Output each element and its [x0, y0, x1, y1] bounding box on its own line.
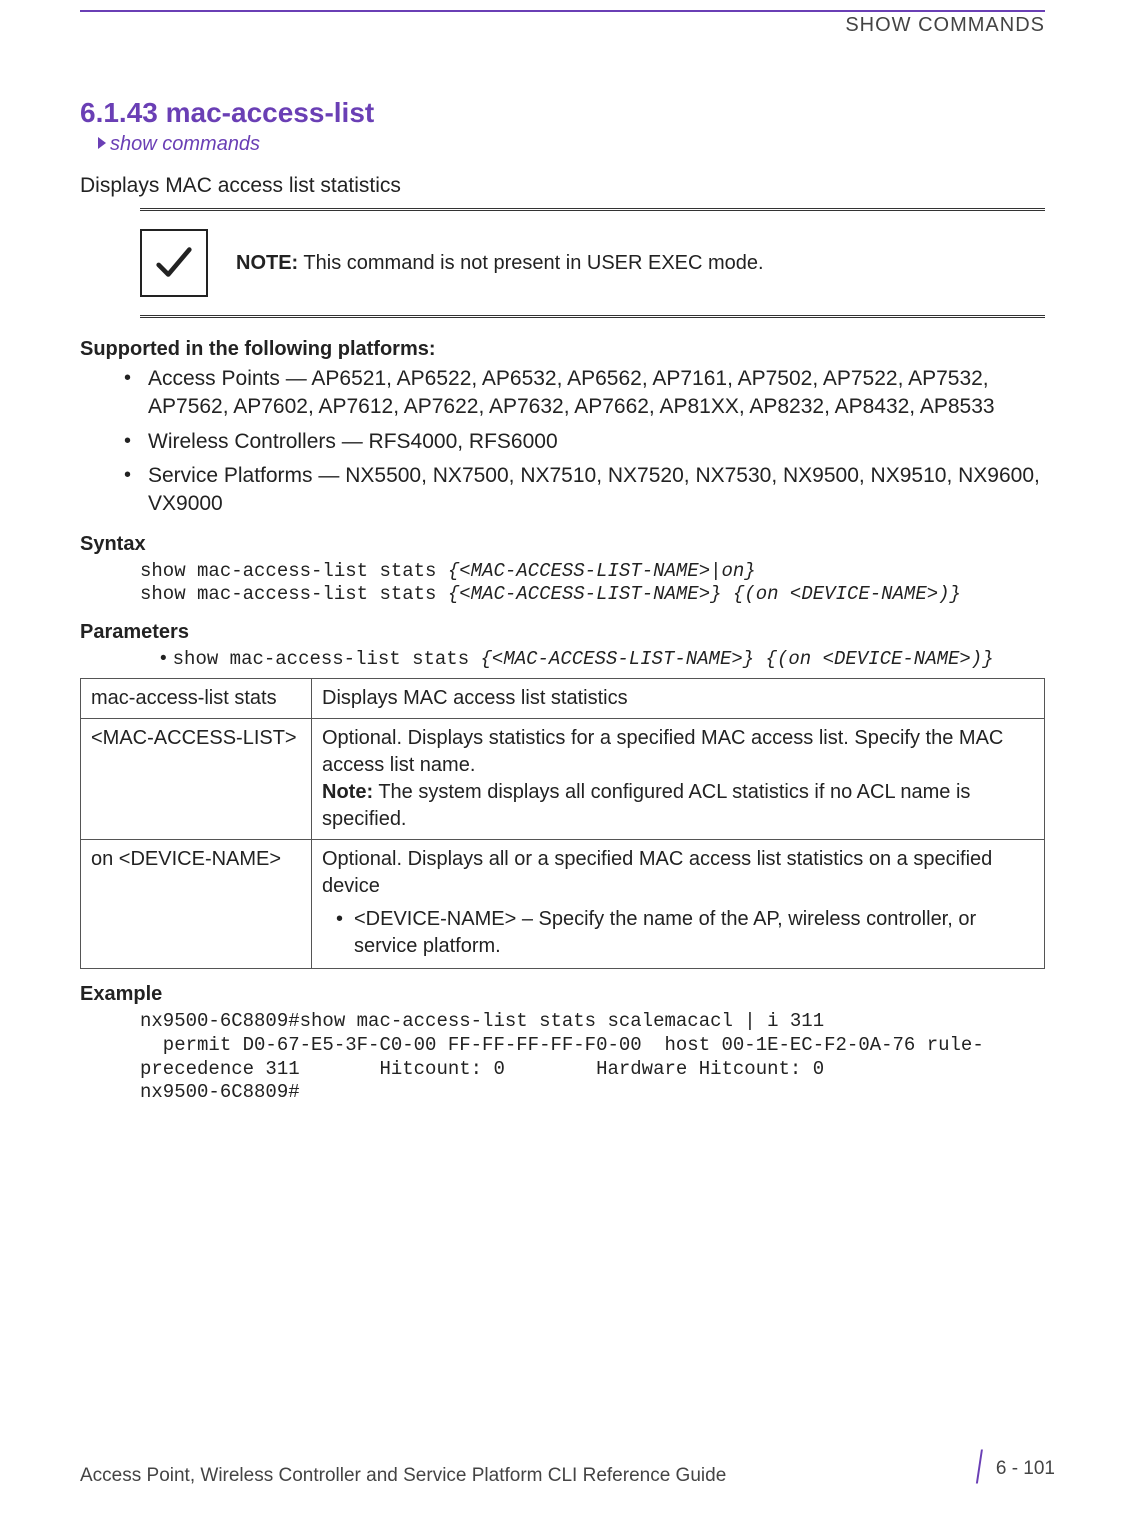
note-body: This command is not present in USER EXEC…: [303, 252, 763, 274]
platform-list: Access Points — AP6521, AP6522, AP6532, …: [80, 365, 1045, 519]
note-label: NOTE:: [236, 252, 298, 274]
parameters-heading: Parameters: [80, 621, 1045, 644]
supported-heading: Supported in the following platforms:: [80, 338, 1045, 361]
check-icon: [140, 229, 208, 297]
breadcrumb[interactable]: show commands: [98, 133, 1045, 156]
syntax-heading: Syntax: [80, 533, 1045, 556]
parameters-command: •show mac-access-list stats {<MAC-ACCESS…: [160, 648, 1045, 670]
section-title: mac-access-list: [166, 97, 375, 128]
section-number: 6.1.43: [80, 97, 158, 128]
parameters-table: mac-access-list stats Displays MAC acces…: [80, 678, 1045, 969]
page: SHOW COMMANDS 6.1.43 mac-access-list sho…: [0, 0, 1125, 1517]
footer: Access Point, Wireless Controller and Se…: [80, 1451, 1055, 1487]
note-text: NOTE: This command is not present in USE…: [236, 252, 764, 275]
intro-text: Displays MAC access list statistics: [80, 174, 1045, 198]
breadcrumb-text: show commands: [110, 133, 260, 155]
param-desc: Displays MAC access list statistics: [312, 679, 1045, 719]
example-heading: Example: [80, 983, 1045, 1006]
param-name: mac-access-list stats: [81, 679, 312, 719]
table-row: mac-access-list stats Displays MAC acces…: [81, 679, 1045, 719]
list-item: Access Points — AP6521, AP6522, AP6532, …: [120, 365, 1045, 422]
footer-guide-title: Access Point, Wireless Controller and Se…: [80, 1465, 726, 1487]
param-desc: Optional. Displays statistics for a spec…: [312, 719, 1045, 840]
list-item: Service Platforms — NX5500, NX7500, NX75…: [120, 462, 1045, 519]
note-block: NOTE: This command is not present in USE…: [140, 208, 1045, 318]
table-row: on <DEVICE-NAME> Optional. Displays all …: [81, 840, 1045, 969]
page-slash-icon: /: [976, 1451, 983, 1483]
param-name: on <DEVICE-NAME>: [81, 840, 312, 969]
page-number-text: 6 - 101: [996, 1458, 1055, 1480]
param-name: <MAC-ACCESS-LIST>: [81, 719, 312, 840]
page-number: / 6 - 101: [973, 1451, 1055, 1487]
example-block: nx9500-6C8809#show mac-access-list stats…: [140, 1010, 1045, 1105]
top-rule: [80, 10, 1045, 12]
list-item: Wireless Controllers — RFS4000, RFS6000: [120, 428, 1045, 456]
syntax-block: show mac-access-list stats {<MAC-ACCESS-…: [140, 560, 1045, 608]
breadcrumb-arrow-icon: [98, 137, 106, 149]
section-heading: 6.1.43 mac-access-list: [80, 97, 1045, 129]
running-head: SHOW COMMANDS: [80, 14, 1045, 37]
table-row: <MAC-ACCESS-LIST> Optional. Displays sta…: [81, 719, 1045, 840]
param-desc: Optional. Displays all or a specified MA…: [312, 840, 1045, 969]
